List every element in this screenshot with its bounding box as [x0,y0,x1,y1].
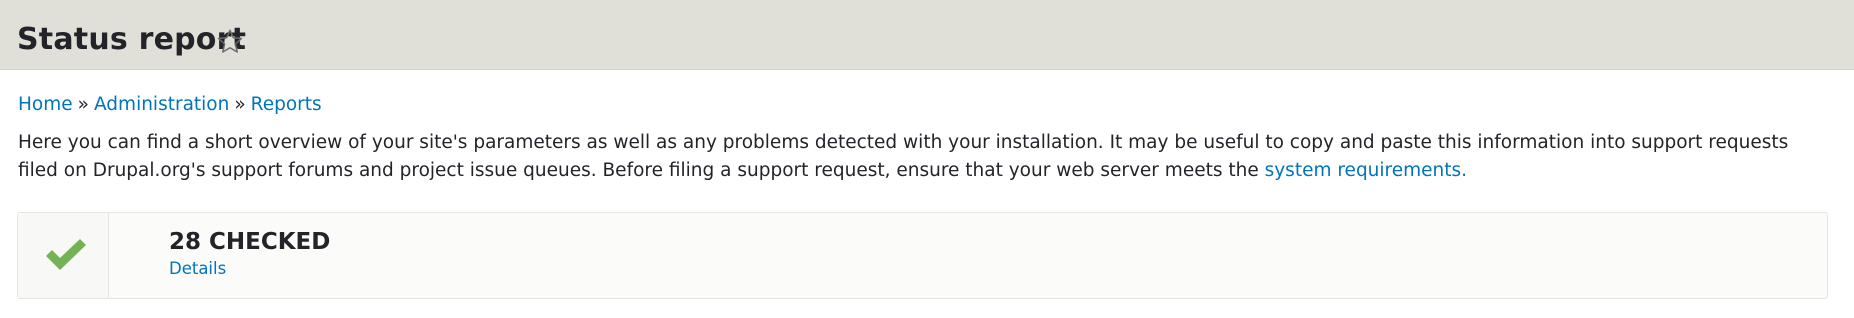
breadcrumb-link-administration[interactable]: Administration [94,94,229,115]
checkmark-icon [43,238,89,274]
star-icon[interactable] [215,27,245,57]
breadcrumb-link-reports[interactable]: Reports [251,94,322,115]
page-header: Status report [0,0,1854,70]
status-icon-cell [18,213,109,298]
status-details-link[interactable]: Details [169,259,226,278]
breadcrumb-separator: » [77,94,89,115]
page-title: Status report [17,22,247,57]
breadcrumb: Home» Administration» Reports [18,94,322,115]
description-text: Here you can find a short overview of yo… [18,132,1789,181]
breadcrumb-separator: » [234,94,246,115]
status-summary: 28 CHECKED Details [17,212,1828,299]
breadcrumb-link-home[interactable]: Home [18,94,73,115]
page-description: Here you can find a short overview of yo… [18,129,1828,185]
system-requirements-link[interactable]: system requirements. [1265,160,1467,181]
status-checked-count: 28 CHECKED [169,229,331,255]
